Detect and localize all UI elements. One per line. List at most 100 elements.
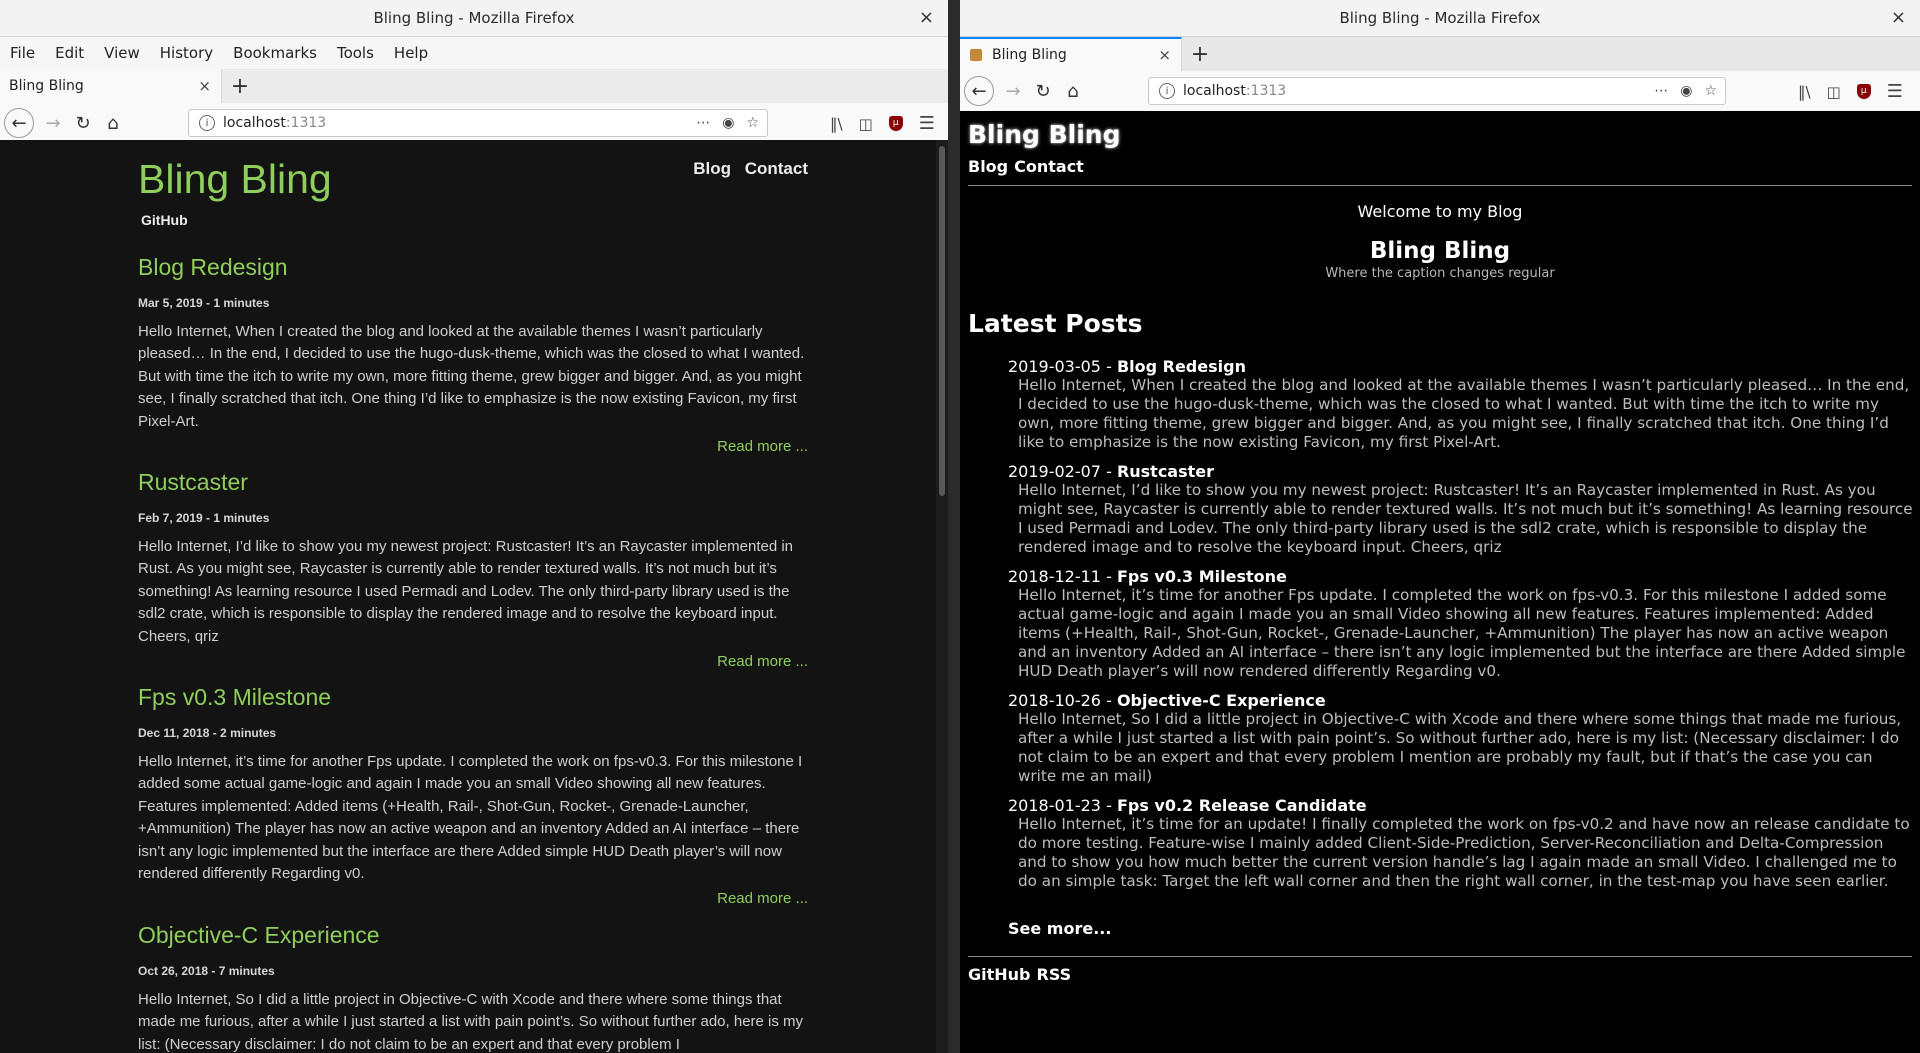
post-meta: Dec 11, 2018 - 2 minutes	[138, 726, 277, 740]
url-bar[interactable]: i localhost:1313 ⋯ ◉ ☆	[1148, 77, 1726, 105]
post-summary: Hello Internet, So I did a little projec…	[1018, 710, 1902, 785]
read-more-link[interactable]: Read more ...	[717, 438, 808, 455]
menu-edit[interactable]: Edit	[45, 44, 94, 62]
post-entry: Blog Redesign Mar 5, 2019 - 1 minutes He…	[138, 254, 808, 455]
nav-contact-link[interactable]: Contact	[1014, 157, 1084, 176]
post-title-link[interactable]: Objective-C Experience	[1117, 691, 1326, 710]
tab-bling-bling[interactable]: Bling Bling ×	[960, 37, 1182, 71]
forward-arrow-icon[interactable]: →	[998, 76, 1028, 106]
bookmark-star-icon[interactable]: ☆	[746, 115, 759, 131]
menu-history[interactable]: History	[150, 44, 223, 62]
sidebar-icon[interactable]: ◫	[1827, 83, 1841, 101]
post-excerpt: Hello Internet, I’d like to show you my …	[138, 538, 794, 645]
site-nav: Blog Contact	[968, 157, 1090, 176]
menu-bar: File Edit View History Bookmarks Tools H…	[0, 37, 948, 69]
menu-help[interactable]: Help	[384, 44, 438, 62]
blog-name: Bling Bling	[1369, 238, 1511, 264]
hamburger-menu-icon[interactable]: ☰	[919, 113, 935, 134]
sidebar-icon[interactable]: ◫	[859, 115, 873, 133]
post-title-link[interactable]: Rustcaster	[1117, 462, 1214, 481]
page-actions-icon[interactable]: ⋯	[696, 115, 710, 131]
url-host: localhost	[1183, 83, 1246, 99]
post-summary: Hello Internet, When I created the blog …	[1018, 376, 1910, 451]
site-title[interactable]: Bling Bling	[138, 156, 332, 203]
welcome-text: Welcome to my Blog	[1357, 202, 1523, 221]
post-title-link[interactable]: Objective-C Experience	[138, 922, 808, 949]
back-arrow-icon[interactable]: ←	[4, 108, 34, 138]
pocket-icon[interactable]: ◉	[722, 115, 734, 131]
post-title-link[interactable]: Blog Redesign	[138, 254, 808, 281]
page-actions-icon[interactable]: ⋯	[1654, 83, 1668, 99]
post-item: 2019-02-07 - Rustcaster Hello Internet, …	[1008, 462, 1913, 557]
page-scrollbar[interactable]	[936, 140, 948, 1053]
back-arrow-icon[interactable]: ←	[964, 76, 994, 106]
window-divider	[948, 0, 960, 1053]
read-more-link[interactable]: Read more ...	[717, 890, 808, 907]
see-more-link[interactable]: See more...	[1008, 919, 1111, 938]
library-icon[interactable]: ‖\	[830, 115, 843, 133]
post-title-link[interactable]: Fps v0.3 Milestone	[138, 684, 808, 711]
left-browser-window: Bling Bling - Mozilla Firefox × File Edi…	[0, 0, 948, 1053]
window-close-icon[interactable]: ×	[1891, 7, 1906, 28]
reload-icon[interactable]: ↻	[1028, 76, 1058, 106]
post-date: 2018-01-23 -	[1008, 796, 1117, 815]
tab-label: Bling Bling	[9, 78, 84, 94]
window-title: Bling Bling - Mozilla Firefox	[1339, 9, 1541, 27]
url-port: :1313	[285, 115, 327, 131]
post-summary: Hello Internet, it’s time for another Fp…	[1018, 586, 1906, 680]
post-title-link[interactable]: Blog Redesign	[1117, 357, 1246, 376]
tab-label: Bling Bling	[992, 47, 1067, 63]
bookmark-star-icon[interactable]: ☆	[1704, 83, 1717, 99]
page-viewport: Bling Bling Blog Contact Welcome to my Bl…	[960, 111, 1920, 1053]
menu-file[interactable]: File	[0, 44, 45, 62]
hamburger-menu-icon[interactable]: ☰	[1887, 81, 1903, 102]
post-title-link[interactable]: Fps v0.3 Milestone	[1117, 567, 1287, 586]
home-icon[interactable]: ⌂	[1058, 76, 1088, 106]
home-icon[interactable]: ⌂	[98, 108, 128, 138]
post-date: 2018-10-26 -	[1008, 691, 1117, 710]
post-entry: Rustcaster Feb 7, 2019 - 1 minutes Hello…	[138, 469, 808, 670]
post-meta: Oct 26, 2018 - 7 minutes	[138, 964, 275, 978]
post-summary: Hello Internet, I’d like to show you my …	[1018, 481, 1913, 556]
post-title-link[interactable]: Rustcaster	[138, 469, 808, 496]
scrollbar-thumb[interactable]	[939, 146, 945, 496]
menu-tools[interactable]: Tools	[327, 44, 384, 62]
pocket-icon[interactable]: ◉	[1680, 83, 1692, 99]
site-nav: Blog Contact	[684, 159, 808, 179]
nav-blog-link[interactable]: Blog	[693, 159, 731, 178]
url-bar[interactable]: i localhost:1313 ⋯ ◉ ☆	[188, 109, 768, 137]
forward-arrow-icon[interactable]: →	[38, 108, 68, 138]
menu-bookmarks[interactable]: Bookmarks	[223, 44, 327, 62]
library-icon[interactable]: ‖\	[1798, 83, 1811, 101]
post-summary: Hello Internet, it’s time for an update!…	[1018, 815, 1910, 890]
github-link[interactable]: GitHub	[141, 212, 188, 228]
navigation-toolbar: ← → ↻ ⌂ i localhost:1313 ⋯ ◉ ☆ ‖\ ◫ μ ☰	[960, 71, 1920, 112]
ublock-icon[interactable]: μ	[888, 116, 903, 131]
menu-view[interactable]: View	[94, 44, 150, 62]
new-tab-icon[interactable]: +	[1182, 37, 1218, 71]
latest-posts-heading: Latest Posts	[968, 309, 1143, 338]
footer-github-link[interactable]: GitHub	[968, 965, 1031, 984]
page-viewport: Bling Bling Blog Contact GitHub Blog Red…	[0, 140, 948, 1053]
tab-bling-bling[interactable]: Bling Bling ×	[0, 69, 222, 103]
window-close-icon[interactable]: ×	[919, 7, 934, 28]
navigation-toolbar: ← → ↻ ⌂ i localhost:1313 ⋯ ◉ ☆ ‖\ ◫ μ ☰	[0, 103, 948, 144]
post-meta: Feb 7, 2019 - 1 minutes	[138, 511, 270, 525]
url-port: :1313	[1245, 83, 1287, 99]
post-item: 2019-03-05 - Blog Redesign Hello Interne…	[1008, 357, 1913, 452]
footer-divider	[968, 956, 1912, 957]
site-info-icon[interactable]: i	[1159, 83, 1175, 99]
footer-rss-link[interactable]: RSS	[1037, 965, 1072, 984]
new-tab-icon[interactable]: +	[222, 69, 258, 103]
reload-icon[interactable]: ↻	[68, 108, 98, 138]
tab-close-icon[interactable]: ×	[198, 77, 211, 95]
read-more-link[interactable]: Read more ...	[717, 653, 808, 670]
tab-close-icon[interactable]: ×	[1158, 46, 1171, 64]
post-excerpt: Hello Internet, it’s time for another Fp…	[138, 753, 803, 883]
ublock-icon[interactable]: μ	[1856, 84, 1871, 99]
nav-blog-link[interactable]: Blog	[968, 157, 1008, 176]
site-title[interactable]: Bling Bling	[968, 120, 1120, 149]
post-title-link[interactable]: Fps v0.2 Release Candidate	[1117, 796, 1367, 815]
nav-contact-link[interactable]: Contact	[745, 159, 808, 178]
site-info-icon[interactable]: i	[199, 115, 215, 131]
